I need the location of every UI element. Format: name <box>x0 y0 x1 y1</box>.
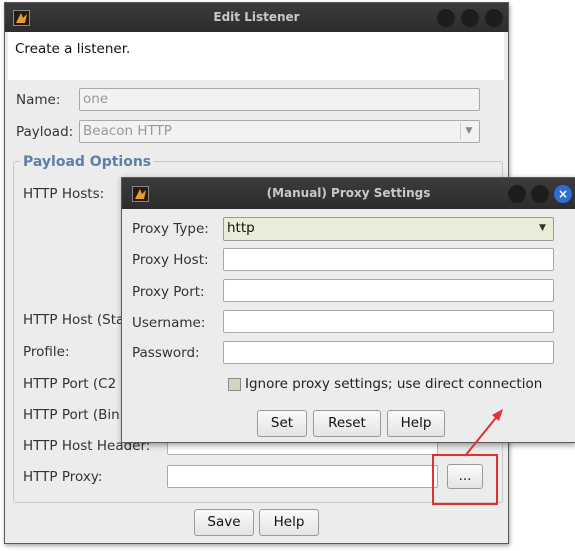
proxy-host-label: Proxy Host: <box>132 252 209 268</box>
annotation-highlight-box <box>432 454 498 505</box>
payload-options-title: Payload Options <box>20 154 155 170</box>
save-button[interactable]: Save <box>194 509 254 536</box>
username-label: Username: <box>132 315 206 331</box>
annotation-arrow-icon <box>464 409 503 457</box>
proxy-port-field[interactable] <box>223 279 554 302</box>
payload-select[interactable]: Beacon HTTP ▼ <box>79 120 480 143</box>
proxy-type-select[interactable]: http ▼ <box>223 217 554 241</box>
chevron-down-icon: ▼ <box>460 123 477 140</box>
http-port-bind-label: HTTP Port (Bin <box>23 407 120 423</box>
ignore-proxy-label: Ignore proxy settings; use direct connec… <box>245 376 543 392</box>
proxy-port-label: Proxy Port: <box>132 284 205 300</box>
http-port-c2-label: HTTP Port (C2 <box>23 376 117 392</box>
http-host-stager-label: HTTP Host (Sta <box>23 312 125 328</box>
http-hosts-label: HTTP Hosts: <box>23 186 105 202</box>
description-panel: Create a listener. <box>8 32 504 80</box>
proxy-type-value: http <box>227 220 255 236</box>
ignore-proxy-checkbox[interactable] <box>228 378 241 391</box>
title-bar[interactable]: Edit Listener <box>5 3 508 32</box>
dialog-title-bar[interactable]: (Manual) Proxy Settings × <box>122 178 575 209</box>
window-title: Edit Listener <box>213 10 300 24</box>
minimize-button[interactable] <box>437 9 455 27</box>
name-label: Name: <box>16 92 61 108</box>
proxy-host-field[interactable] <box>223 248 554 271</box>
close-icon[interactable]: × <box>554 185 572 203</box>
name-field[interactable]: one <box>79 88 480 111</box>
minimize-button[interactable] <box>508 185 526 203</box>
maximize-button[interactable] <box>461 9 479 27</box>
maximize-button[interactable] <box>531 185 549 203</box>
proxy-type-label: Proxy Type: <box>132 221 209 237</box>
password-label: Password: <box>132 345 200 361</box>
help-button[interactable]: Help <box>259 509 319 536</box>
description-text: Create a listener. <box>15 41 131 57</box>
chevron-down-icon: ▼ <box>539 223 546 233</box>
password-field[interactable] <box>223 341 554 364</box>
profile-label: Profile: <box>23 344 70 360</box>
payload-value: Beacon HTTP <box>83 123 172 139</box>
close-button[interactable] <box>485 9 503 27</box>
http-proxy-label: HTTP Proxy: <box>23 469 103 485</box>
help-button[interactable]: Help <box>387 410 445 437</box>
payload-label: Payload: <box>16 124 74 140</box>
http-proxy-field[interactable] <box>167 465 438 488</box>
username-field[interactable] <box>223 310 554 333</box>
set-button[interactable]: Set <box>257 410 307 437</box>
reset-button[interactable]: Reset <box>313 410 381 437</box>
